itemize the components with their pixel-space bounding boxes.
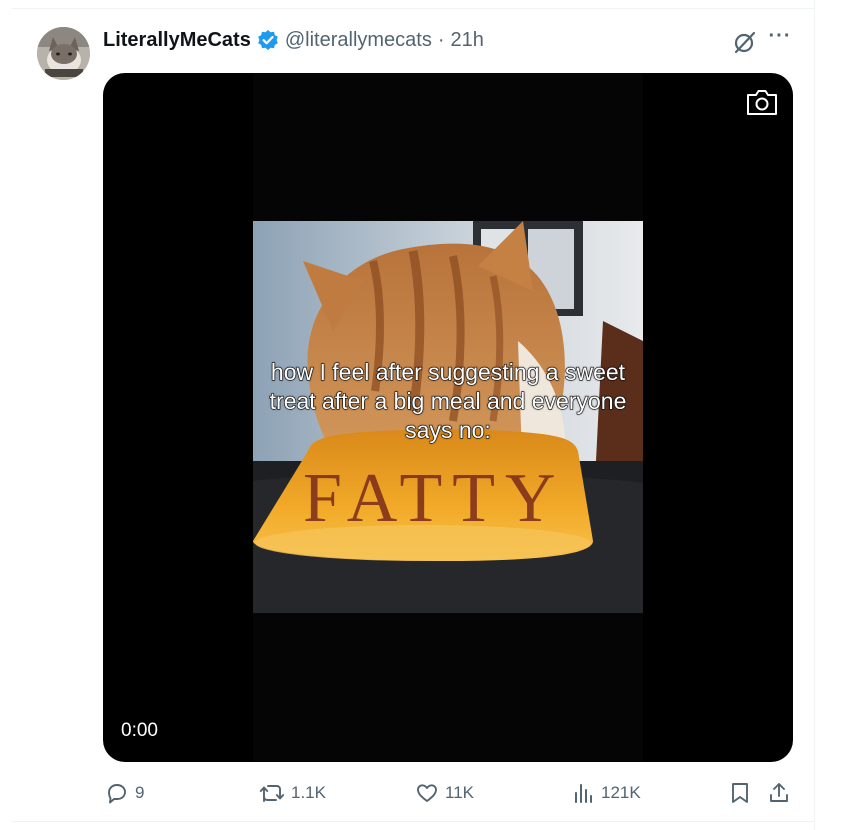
post-header: LiterallyMeCats @literallymecats · 21h (103, 27, 484, 53)
share-button[interactable] (768, 778, 790, 808)
view-count: 121K (601, 783, 641, 802)
more-options-button[interactable]: ··· (765, 26, 795, 52)
repost-icon (259, 785, 285, 802)
post-time[interactable]: 21h (451, 29, 484, 52)
heart-icon (417, 784, 437, 802)
user-handle[interactable]: @literallymecats (285, 29, 432, 52)
views-button[interactable]: 121K (573, 778, 641, 808)
avatar-cat-image (37, 27, 90, 80)
display-name[interactable]: LiterallyMeCats (103, 29, 251, 52)
avatar[interactable] (37, 27, 90, 80)
bottom-divider (12, 821, 815, 822)
video-timecode: 0:00 (121, 720, 158, 741)
video-player[interactable]: FATTY how I feel after suggesting a swee… (103, 73, 793, 762)
repost-button[interactable]: 1.1K (259, 778, 326, 808)
like-count: 11K (445, 783, 474, 802)
bowl-text: FATTY (303, 460, 566, 537)
repost-count: 1.1K (291, 783, 326, 802)
reply-count: 9 (135, 783, 145, 802)
share-icon (770, 783, 788, 802)
camera-icon[interactable] (745, 87, 779, 117)
bookmark-icon (732, 783, 748, 803)
timeline-border (814, 0, 815, 830)
separator-dot: · (437, 28, 445, 51)
video-caption: how I feel after suggesting a sweet trea… (269, 358, 627, 443)
reply-icon (108, 784, 126, 804)
top-divider (12, 8, 815, 9)
grok-icon[interactable] (732, 29, 758, 55)
post-actions: 9 1.1K 11K 121K (0, 778, 852, 808)
bookmark-button[interactable] (729, 778, 751, 808)
like-button[interactable]: 11K (415, 778, 474, 808)
views-chart-icon (575, 784, 592, 803)
reply-button[interactable]: 9 (105, 778, 144, 808)
verified-badge-icon[interactable] (257, 29, 279, 51)
